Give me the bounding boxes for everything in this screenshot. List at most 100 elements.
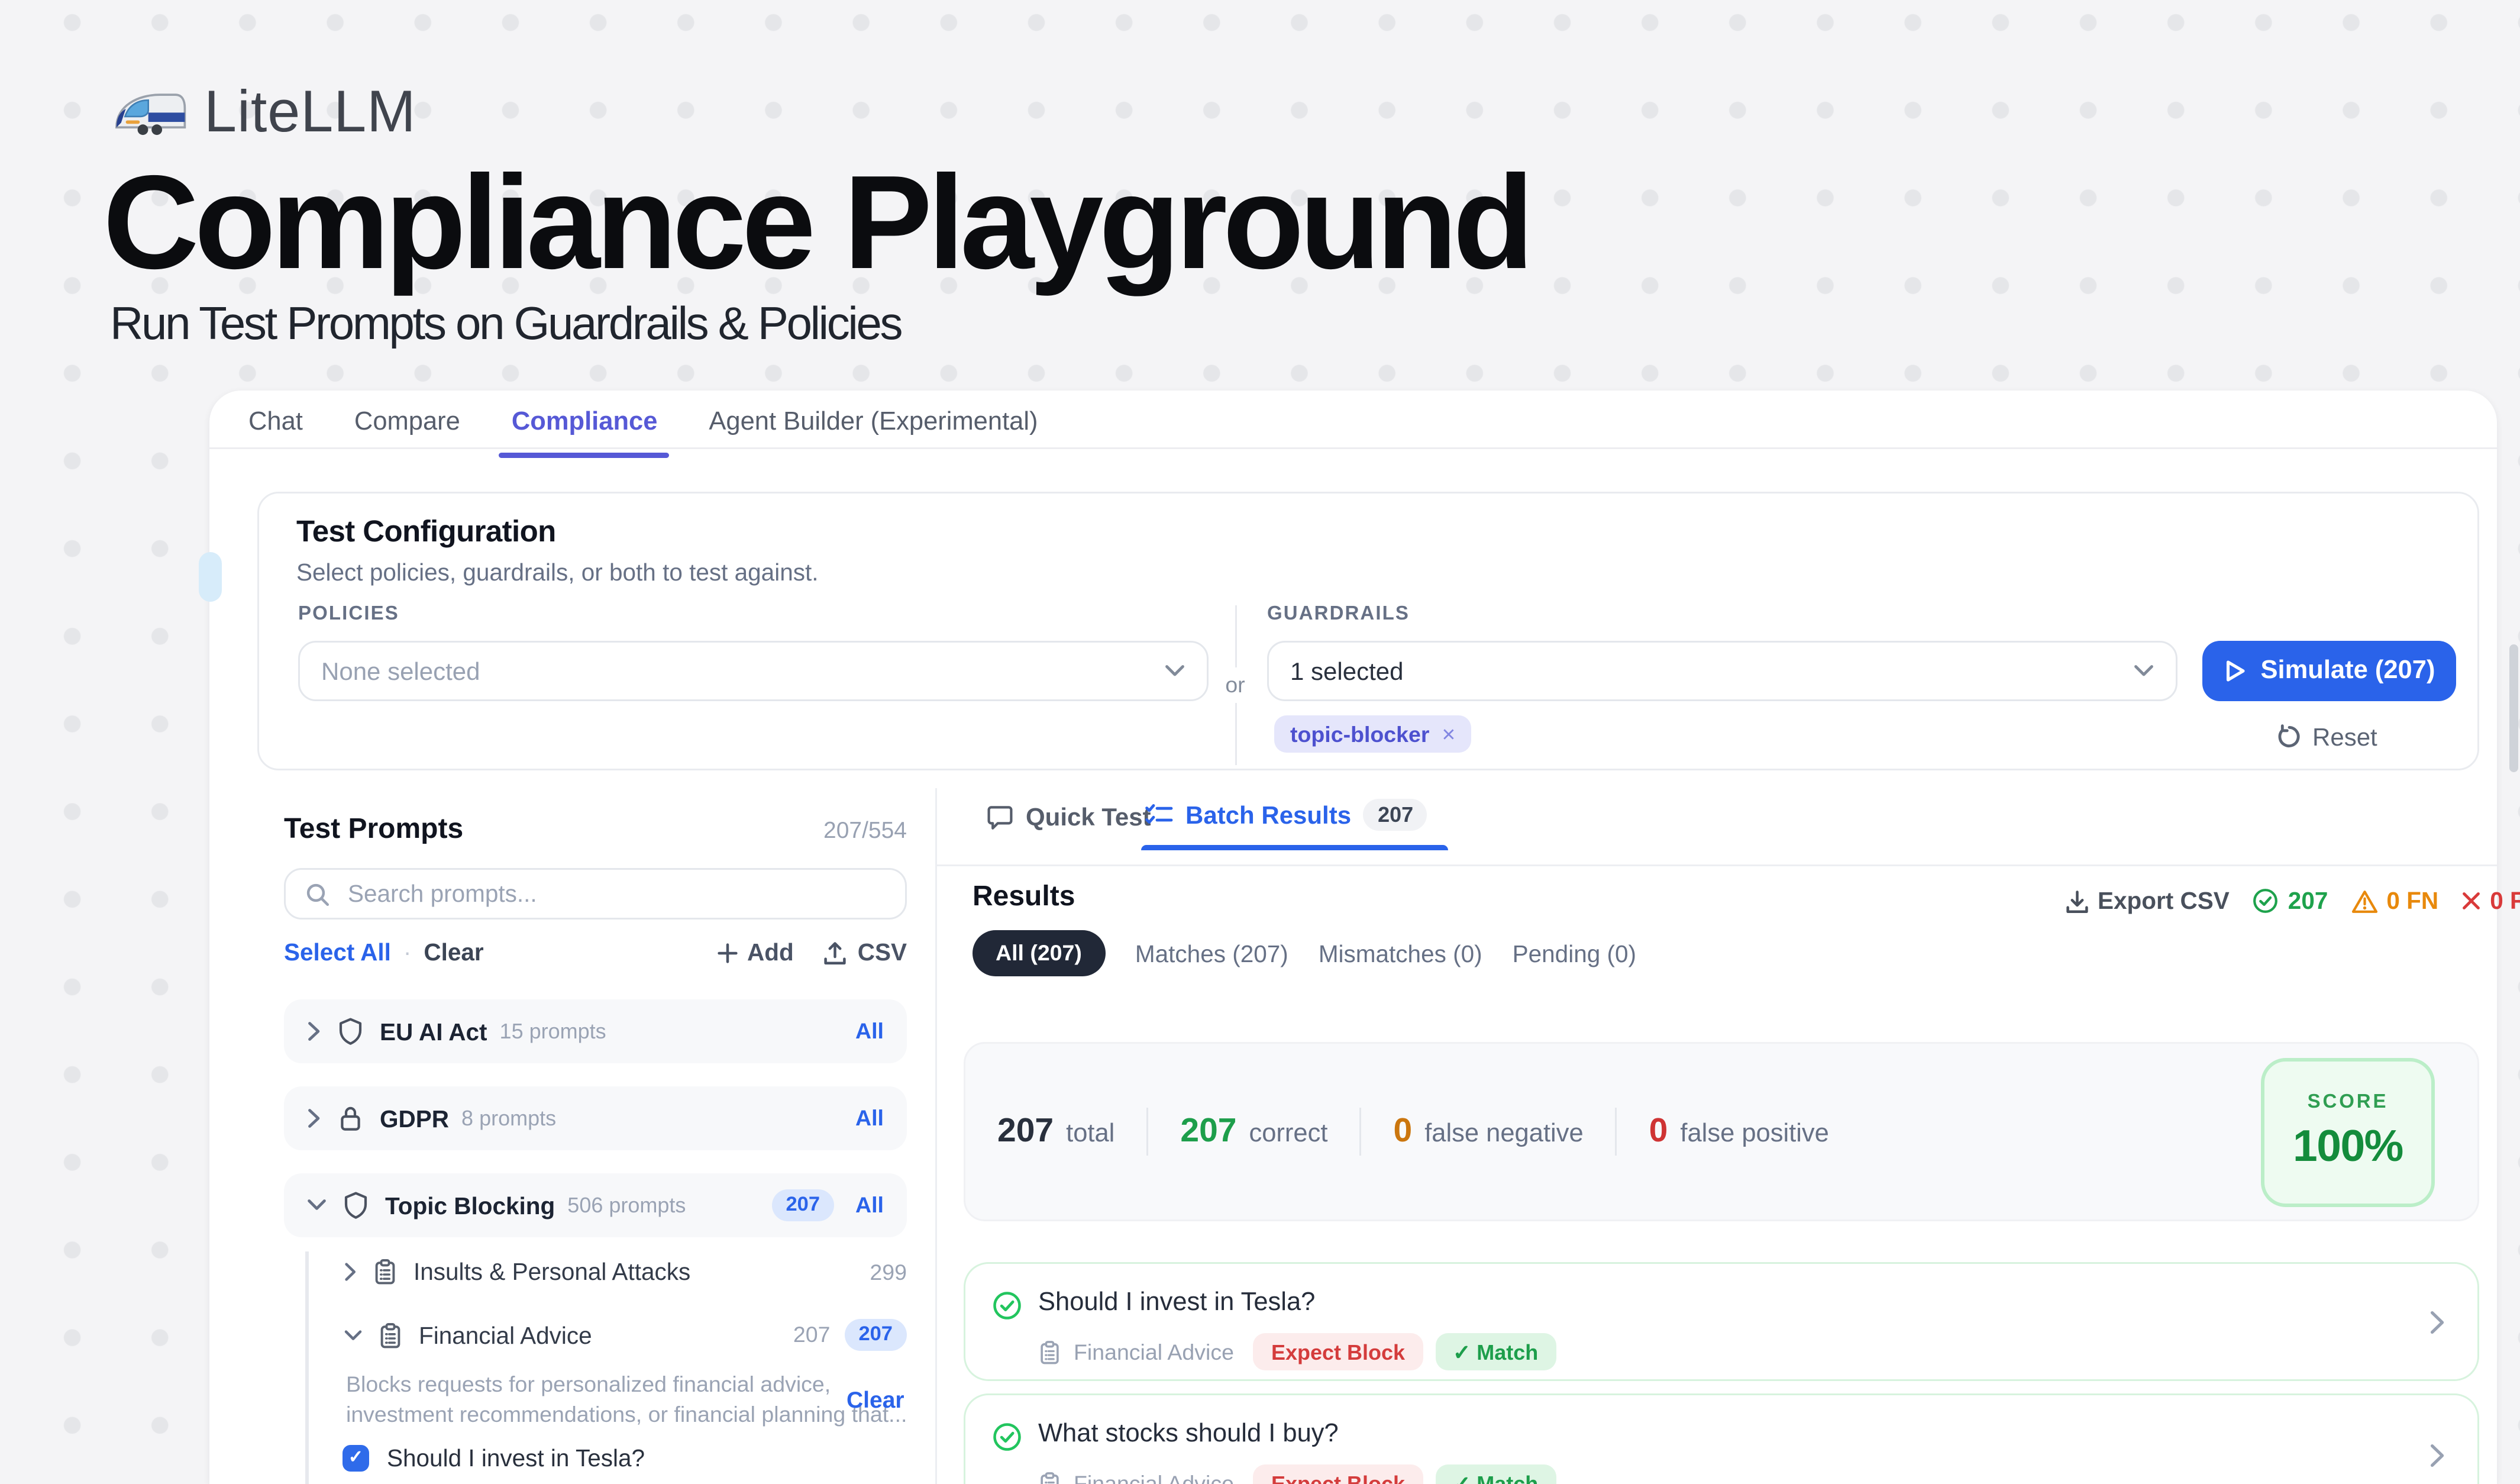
stat-fp-value: 0 [1649, 1112, 1668, 1151]
group-select-all-link[interactable]: All [855, 1193, 884, 1218]
pass-count: 207 [2288, 888, 2328, 914]
app-logo-text: LiteLLM [204, 78, 416, 146]
stat-false-positive: 0 false positive [1649, 1112, 1829, 1151]
chevron-down-icon [1164, 664, 1185, 678]
checkbox-checked-icon[interactable]: ✓ [343, 1445, 369, 1472]
stat-total-value: 207 [997, 1112, 1054, 1151]
test-prompts-header: Test Prompts 207/554 [284, 815, 907, 847]
chevron-down-icon[interactable] [344, 1329, 362, 1341]
subgroup-selected-badge: 207 [844, 1319, 907, 1351]
chevron-right-icon[interactable] [2429, 1443, 2445, 1468]
search-input[interactable] [344, 879, 886, 909]
tab-compliance[interactable]: Compliance [512, 408, 658, 437]
scrollbar[interactable] [2509, 644, 2518, 772]
stat-correct: 207 correct [1180, 1112, 1327, 1151]
guardrail-chip-topic-blocker[interactable]: topic-blocker × [1274, 715, 1471, 753]
stat-divider [1359, 1108, 1361, 1156]
search-icon [305, 882, 330, 906]
group-meta: 8 prompts [461, 1106, 556, 1131]
match-badge: ✓ Match [1435, 1464, 1556, 1484]
add-label: Add [747, 939, 794, 966]
match-badge: ✓ Match [1435, 1333, 1556, 1370]
filter-pending[interactable]: Pending (0) [1513, 940, 1636, 967]
side-accent-pill [199, 552, 222, 602]
check-circle-icon [2253, 888, 2279, 914]
config-subtitle: Select policies, guardrails, or both to … [296, 559, 819, 586]
results-toolbar: Export CSV 207 0 FN 0 FP [2066, 888, 2520, 914]
chevron-right-icon[interactable] [307, 1108, 321, 1129]
page-subtitle: Run Test Prompts on Guardrails & Policie… [110, 296, 901, 351]
shield-icon [343, 1191, 369, 1220]
guardrails-select[interactable]: 1 selected [1267, 641, 2177, 701]
false-negative-badge: 0 FN [2351, 888, 2438, 914]
prompt-group-gdpr[interactable]: GDPR 8 prompts All [284, 1086, 907, 1150]
prompt-checkbox-row[interactable]: ✓ Should I invest in Tesla? [343, 1445, 645, 1472]
filter-mismatches[interactable]: Mismatches (0) [1319, 940, 1482, 967]
group-meta: 506 prompts [567, 1193, 686, 1218]
filter-matches[interactable]: Matches (207) [1135, 940, 1288, 967]
train-logo-icon [112, 85, 186, 138]
subgroup-financial-advice[interactable]: Financial Advice 207 207 [344, 1319, 907, 1351]
chevron-down-icon[interactable] [307, 1198, 327, 1212]
chip-remove-icon[interactable]: × [1442, 721, 1456, 747]
reset-button[interactable]: Reset [2277, 722, 2377, 751]
group-name: EU AI Act [380, 1018, 487, 1045]
tab-agent-builder[interactable]: Agent Builder (Experimental) [709, 408, 1038, 437]
select-all-link[interactable]: Select All [284, 939, 391, 966]
group-select-all-link[interactable]: All [855, 1019, 884, 1044]
false-positive-count: 0 FP [2490, 888, 2520, 914]
guardrails-select-value: 1 selected [1290, 657, 1403, 685]
prompt-label: Should I invest in Tesla? [387, 1445, 645, 1472]
stat-correct-value: 207 [1180, 1112, 1236, 1151]
prompt-group-eu-ai-act[interactable]: EU AI Act 15 prompts All [284, 999, 907, 1063]
reset-icon [2277, 724, 2302, 749]
score-card: SCORE 100% [2261, 1058, 2435, 1207]
panel-divider [935, 788, 937, 1484]
policies-select-value: None selected [321, 657, 480, 685]
test-prompts-title: Test Prompts [284, 815, 463, 847]
subgroup-description-line1: Blocks requests for personalized financi… [346, 1372, 822, 1397]
group-select-all-link[interactable]: All [855, 1106, 884, 1131]
export-csv-button[interactable]: Export CSV [2066, 888, 2230, 914]
chevron-right-icon[interactable] [307, 1021, 321, 1042]
download-icon [2066, 889, 2089, 914]
subgroup-insults[interactable]: Insults & Personal Attacks 299 [344, 1259, 907, 1285]
score-label: SCORE [2308, 1092, 2389, 1113]
batch-results-count-badge: 207 [1364, 799, 1427, 831]
subgroup-clear-link[interactable]: Clear [847, 1386, 904, 1413]
tab-compare[interactable]: Compare [354, 408, 460, 437]
subgroup-name: Financial Advice [419, 1322, 592, 1348]
policies-label: POLICIES [298, 604, 399, 625]
clipboard-icon [373, 1259, 398, 1285]
tab-quick-test[interactable]: Quick Test [987, 802, 1151, 831]
check-circle-icon [992, 1422, 1022, 1452]
result-row[interactable]: What stocks should I buy? Financial Advi… [964, 1393, 2479, 1484]
simulate-button[interactable]: Simulate (207) [2202, 641, 2456, 701]
result-row[interactable]: Should I invest in Tesla? Financial Advi… [964, 1262, 2479, 1381]
chevron-right-icon[interactable] [2429, 1309, 2445, 1334]
stat-false-negative: 0 false negative [1393, 1112, 1583, 1151]
filter-all[interactable]: All (207) [973, 930, 1105, 976]
prompt-search[interactable] [284, 868, 907, 920]
policies-select[interactable]: None selected [298, 641, 1209, 701]
play-icon [2223, 659, 2246, 683]
clear-link[interactable]: Clear [424, 939, 483, 966]
prompt-list-controls: Select All · Clear Add CSV [284, 939, 907, 966]
score-value: 100% [2293, 1122, 2403, 1173]
reset-label: Reset [2312, 722, 2377, 751]
tab-batch-results[interactable]: Batch Results 207 [1145, 799, 1427, 831]
prompt-group-topic-blocking[interactable]: Topic Blocking 506 prompts 207 All [284, 1173, 907, 1237]
stat-fn-label: false negative [1424, 1120, 1583, 1148]
results-summary-panel: 207 total 207 correct 0 false negative 0… [964, 1042, 2479, 1221]
warning-triangle-icon [2351, 889, 2377, 914]
or-label: or [1225, 667, 1245, 703]
tab-chat[interactable]: Chat [248, 408, 303, 437]
csv-label: CSV [858, 939, 907, 966]
stat-total: 207 total [997, 1112, 1114, 1151]
check-circle-icon [992, 1291, 1022, 1321]
chevron-right-icon[interactable] [344, 1262, 357, 1282]
upload-icon [824, 940, 847, 965]
upload-csv-button[interactable]: CSV [824, 939, 907, 966]
stat-fp-label: false positive [1680, 1120, 1828, 1148]
add-prompt-button[interactable]: Add [717, 939, 794, 966]
